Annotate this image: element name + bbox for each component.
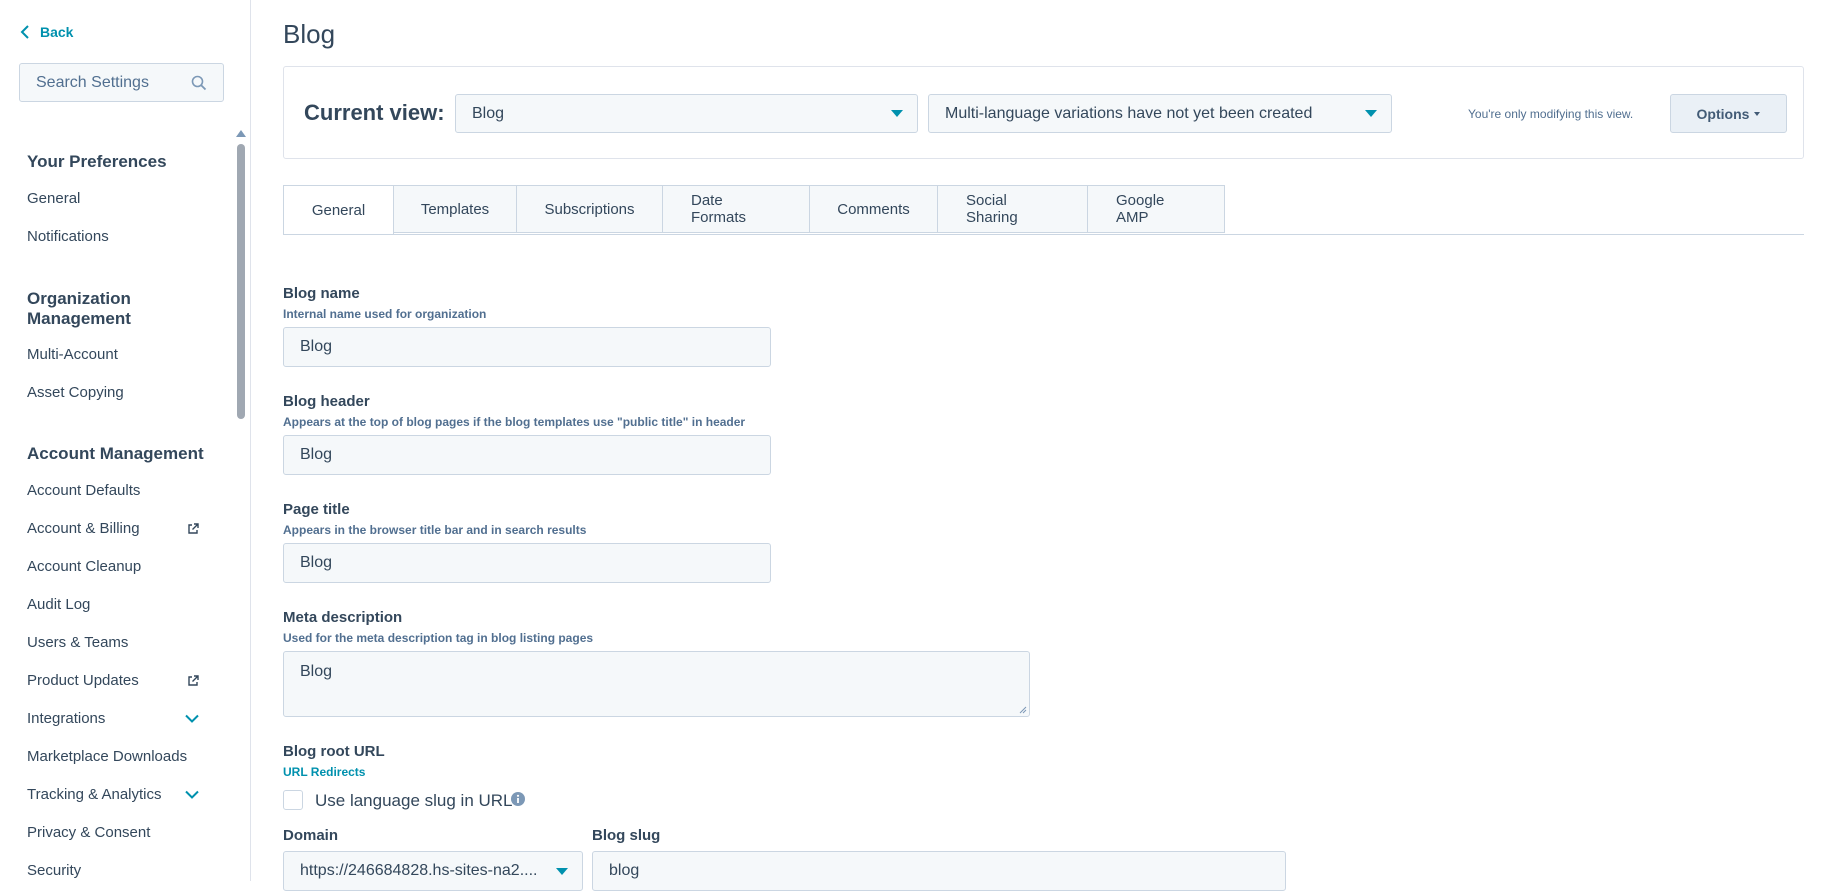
sidebar-item-label: Security [27,862,82,879]
url-redirects-link[interactable]: URL Redirects [283,765,365,779]
meta-description-textarea[interactable]: Blog [283,651,1030,717]
sidebar-item-label: Audit Log [27,596,91,613]
sidebar-item-account-cleanup[interactable]: Account Cleanup [27,558,199,575]
sidebar-item-label: Notifications [27,228,109,245]
blog-name-label: Blog name [283,285,360,302]
sidebar-item-general[interactable]: General [27,190,199,207]
chevron-down-icon[interactable] [185,790,199,799]
scrollbar-thumb[interactable] [237,144,245,419]
domain-label: Domain [283,827,339,844]
caret-down-icon [1365,110,1377,117]
sidebar-item-privacy-consent[interactable]: Privacy & Consent [27,824,199,841]
page-title-help: Appears in the browser title bar and in … [283,523,587,537]
external-link-icon [188,674,199,686]
domain-select-value: https://246684828.hs-sites-na2.... [300,862,538,879]
search-icon[interactable] [191,75,207,91]
blog-name-input[interactable]: Blog [283,327,771,367]
meta-description-help: Used for the meta description tag in blo… [283,631,594,645]
language-select[interactable]: Multi-language variations have not yet b… [928,94,1392,133]
search-settings-box [19,63,224,102]
caret-down-icon [1754,111,1761,116]
settings-sidebar: Back Your Preferences General Notificati… [0,0,251,881]
domain-select[interactable]: https://246684828.hs-sites-na2.... [283,851,583,891]
language-slug-checkbox[interactable] [283,790,303,810]
blog-slug-input[interactable]: blog [592,851,1286,891]
sidebar-item-account-billing[interactable]: Account & Billing [27,520,199,537]
sidebar-item-label: Account & Billing [27,520,140,537]
current-view-label: Current view: [304,100,445,125]
chevron-left-icon [20,25,29,39]
tab-comments[interactable]: Comments [810,185,938,233]
meta-description-label: Meta description [283,609,403,626]
info-icon[interactable] [511,792,525,806]
settings-tabs: General Templates Subscriptions Date For… [283,185,1225,235]
sidebar-item-tracking-analytics[interactable]: Tracking & Analytics [27,786,199,803]
scroll-up-arrow-icon[interactable] [236,130,246,137]
sidebar-item-asset-copying[interactable]: Asset Copying [27,384,199,401]
sidebar-item-notifications[interactable]: Notifications [27,228,199,245]
back-label: Back [40,24,74,40]
blog-root-url-label: Blog root URL [283,743,385,760]
sidebar-scrollbar[interactable] [234,128,246,881]
language-slug-label: Use language slug in URL [315,791,513,810]
sidebar-item-label: Multi-Account [27,346,118,363]
view-select[interactable]: Blog [455,94,918,133]
options-button[interactable]: Options [1670,94,1787,133]
blog-header-label: Blog header [283,393,370,410]
page-title: Blog [283,19,336,49]
tab-social-sharing[interactable]: Social Sharing [938,185,1088,233]
sidebar-item-label: Asset Copying [27,384,124,401]
language-select-value: Multi-language variations have not yet b… [945,105,1313,122]
sidebar-item-label: General [27,190,81,207]
resize-handle-icon[interactable] [1019,706,1027,714]
sidebar-item-marketplace-downloads[interactable]: Marketplace Downloads [27,748,199,765]
sidebar-item-label: Tracking & Analytics [27,786,162,803]
caret-down-icon [556,868,568,875]
tab-subscriptions[interactable]: Subscriptions [517,185,663,233]
nav-heading-account: Account Management [27,444,204,463]
tab-divider [283,234,1804,235]
blog-header-input[interactable]: Blog [283,435,771,475]
page-title-label: Page title [283,501,350,518]
nav-heading-organization: Organization Management [27,289,131,328]
sidebar-item-label: Marketplace Downloads [27,748,188,765]
sidebar-item-product-updates[interactable]: Product Updates [27,672,199,689]
tab-date-formats[interactable]: Date Formats [663,185,810,233]
blog-slug-label: Blog slug [592,827,661,844]
blog-header-help: Appears at the top of blog pages if the … [283,415,746,429]
sidebar-item-integrations[interactable]: Integrations [27,710,199,727]
sidebar-item-account-defaults[interactable]: Account Defaults [27,482,199,499]
current-view-bar: Current view: Blog Multi-language variat… [283,66,1804,159]
modify-note: You're only modifying this view. [1468,107,1634,121]
tab-google-amp[interactable]: Google AMP [1088,185,1225,233]
sidebar-item-label: Account Defaults [27,482,141,499]
sidebar-item-users-teams[interactable]: Users & Teams [27,634,199,651]
sidebar-item-label: Product Updates [27,672,139,689]
sidebar-item-label: Integrations [27,710,106,727]
search-input[interactable] [20,64,196,101]
caret-down-icon [891,110,903,117]
sidebar-item-multi-account[interactable]: Multi-Account [27,346,199,363]
view-select-value: Blog [472,105,505,122]
tab-general[interactable]: General [283,185,394,235]
options-label: Options [1696,105,1750,122]
sidebar-item-security[interactable]: Security [27,862,199,879]
sidebar-item-audit-log[interactable]: Audit Log [27,596,199,613]
nav-heading-preferences: Your Preferences [27,152,167,171]
sidebar-item-label: Privacy & Consent [27,824,151,841]
page-title-input[interactable]: Blog [283,543,771,583]
blog-name-help: Internal name used for organization [283,307,487,321]
sidebar-item-label: Users & Teams [27,634,129,651]
sidebar-item-label: Account Cleanup [27,558,142,575]
external-link-icon [188,522,199,534]
back-link[interactable]: Back [20,24,73,40]
chevron-down-icon[interactable] [185,714,199,723]
tab-templates[interactable]: Templates [394,185,517,233]
meta-description-value: Blog [300,663,333,680]
